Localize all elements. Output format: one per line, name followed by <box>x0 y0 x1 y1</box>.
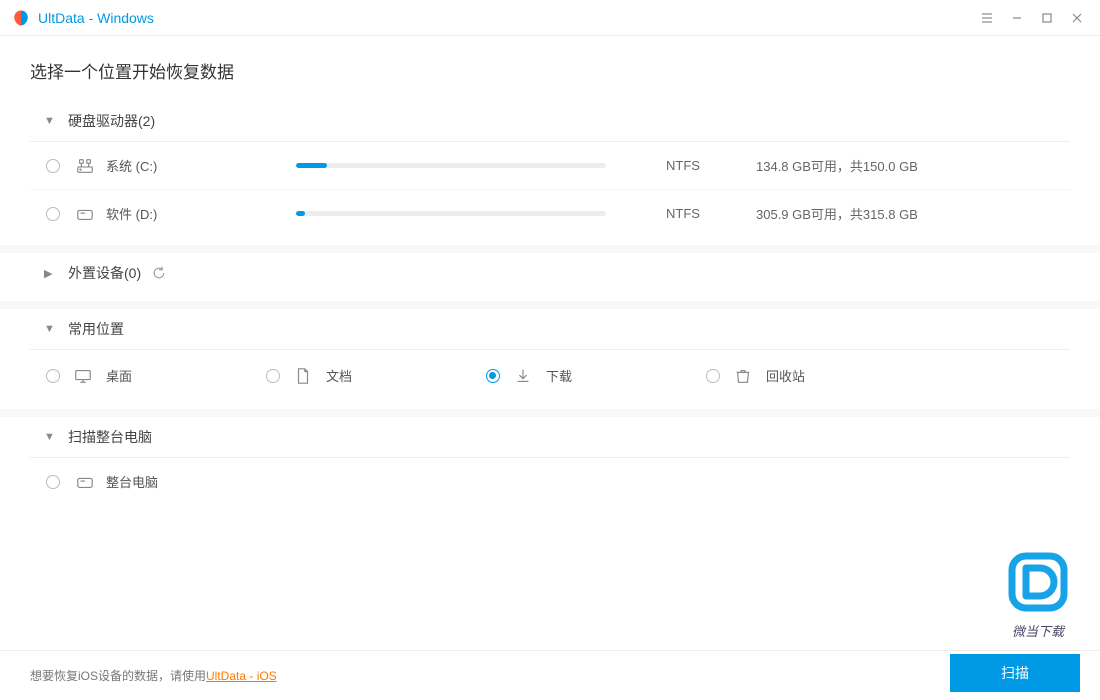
system-drive-icon <box>76 157 94 175</box>
whole-radio[interactable] <box>46 475 60 489</box>
maximize-button[interactable] <box>1032 3 1062 33</box>
drive-space: 305.9 GB可用，共315.8 GB <box>756 204 918 223</box>
location-desktop[interactable]: 桌面 <box>46 366 266 385</box>
section-drives-header[interactable]: ▼ 硬盘驱动器(2) <box>30 101 1070 141</box>
drive-name: 系统 (C:) <box>106 156 296 175</box>
section-whole-label: 扫描整台电脑 <box>68 427 152 447</box>
watermark: 微当下载 <box>1006 550 1070 640</box>
footer-text: 想要恢复iOS设备的数据，请使用 <box>30 667 206 684</box>
section-common-header[interactable]: ▼ 常用位置 <box>30 309 1070 349</box>
titlebar: UltData - Windows <box>0 0 1100 36</box>
drive-icon <box>76 473 94 491</box>
chevron-down-icon: ▼ <box>44 431 56 443</box>
location-label: 桌面 <box>106 366 132 385</box>
section-drives-label: 硬盘驱动器(2) <box>68 111 155 131</box>
close-button[interactable] <box>1062 3 1092 33</box>
location-radio[interactable] <box>706 369 720 383</box>
minimize-button[interactable] <box>1002 3 1032 33</box>
drive-fs: NTFS <box>666 158 756 173</box>
refresh-icon[interactable] <box>151 265 167 281</box>
chevron-down-icon: ▼ <box>44 323 56 335</box>
drive-row[interactable]: 软件 (D:) NTFS 305.9 GB可用，共315.8 GB <box>30 189 1070 237</box>
drive-row[interactable]: 系统 (C:) NTFS 134.8 GB可用，共150.0 GB <box>30 142 1070 189</box>
scan-button[interactable]: 扫描 <box>950 654 1080 692</box>
chevron-right-icon: ▶ <box>44 267 56 280</box>
location-recycle[interactable]: 回收站 <box>706 366 926 385</box>
location-radio[interactable] <box>486 369 500 383</box>
page-title: 选择一个位置开始恢复数据 <box>30 58 1070 83</box>
app-logo-icon <box>12 9 30 27</box>
drive-usage-bar <box>296 163 606 168</box>
location-radio[interactable] <box>266 369 280 383</box>
document-icon <box>294 367 312 385</box>
drive-usage-bar <box>296 211 606 216</box>
footer-link[interactable]: UltData - iOS <box>206 669 277 683</box>
whole-label: 整台电脑 <box>106 472 158 491</box>
drive-radio[interactable] <box>46 159 60 173</box>
drive-icon <box>76 205 94 223</box>
watermark-text: 微当下载 <box>1006 621 1070 640</box>
footer: 想要恢复iOS设备的数据，请使用 UltData - iOS <box>0 650 1100 700</box>
chevron-down-icon: ▼ <box>44 115 56 127</box>
trash-icon <box>734 367 752 385</box>
section-external-header[interactable]: ▶ 外置设备(0) <box>30 253 1070 293</box>
section-whole-header[interactable]: ▼ 扫描整台电脑 <box>30 417 1070 457</box>
location-label: 文档 <box>326 366 352 385</box>
location-downloads[interactable]: 下载 <box>486 366 706 385</box>
desktop-icon <box>74 367 92 385</box>
drive-space: 134.8 GB可用，共150.0 GB <box>756 156 918 175</box>
drive-radio[interactable] <box>46 207 60 221</box>
menu-button[interactable] <box>972 3 1002 33</box>
location-documents[interactable]: 文档 <box>266 366 486 385</box>
whole-computer-row[interactable]: 整台电脑 <box>30 458 1070 505</box>
location-label: 回收站 <box>766 366 805 385</box>
drive-name: 软件 (D:) <box>106 204 296 223</box>
section-common-label: 常用位置 <box>68 319 124 339</box>
section-external-label: 外置设备(0) <box>68 263 141 283</box>
app-title: UltData - Windows <box>38 10 154 26</box>
drive-fs: NTFS <box>666 206 756 221</box>
location-label: 下载 <box>546 366 572 385</box>
location-radio[interactable] <box>46 369 60 383</box>
download-icon <box>514 367 532 385</box>
